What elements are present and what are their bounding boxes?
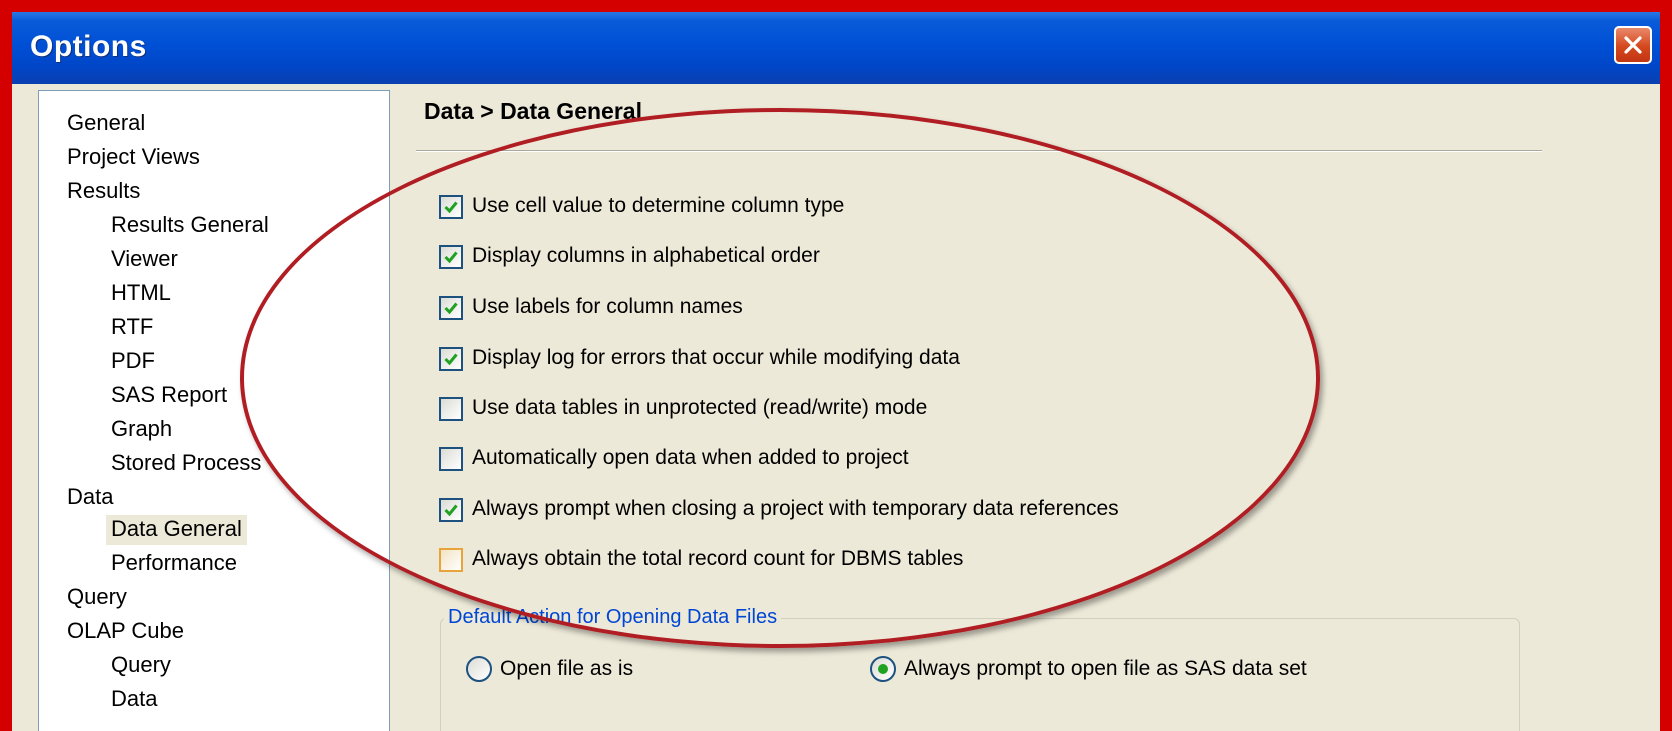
option-label: Use cell value to determine column type: [472, 194, 845, 217]
option-label: Use labels for column names: [472, 295, 743, 318]
checkbox[interactable]: [439, 347, 463, 371]
checkbox[interactable]: [439, 245, 463, 269]
window-title: Options: [30, 30, 147, 63]
nav-item-sas-report[interactable]: SAS Report: [111, 381, 227, 411]
options-content-panel: Data > Data General Use cell value to de…: [396, 84, 1660, 731]
option-label: Use data tables in unprotected (read/wri…: [472, 396, 928, 419]
checkbox[interactable]: [439, 397, 463, 421]
checkmark-icon: [444, 353, 458, 366]
nav-item-results-general[interactable]: Results General: [111, 211, 269, 241]
radio-dot: [878, 664, 888, 674]
nav-item-data-general[interactable]: Data General: [106, 515, 247, 545]
checkbox[interactable]: [439, 498, 463, 522]
nav-item-rtf[interactable]: RTF: [111, 313, 153, 343]
options-dialog: Options General Project Views Results Re…: [12, 12, 1660, 731]
checkbox[interactable]: [439, 195, 463, 219]
radio-label: Open file as is: [500, 657, 634, 680]
nav-item-performance[interactable]: Performance: [111, 549, 237, 579]
nav-item-project-views[interactable]: Project Views: [67, 143, 200, 173]
option-label: Always prompt when closing a project wit…: [472, 497, 1119, 520]
nav-item-html[interactable]: HTML: [111, 279, 171, 309]
nav-item-results[interactable]: Results: [67, 177, 140, 207]
checkbox[interactable]: [439, 296, 463, 320]
radio-open-file-as-is[interactable]: [466, 656, 492, 682]
option-label: Automatically open data when added to pr…: [472, 446, 909, 469]
nav-item-graph[interactable]: Graph: [111, 415, 172, 445]
nav-item-viewer[interactable]: Viewer: [111, 245, 178, 275]
checkmark-icon: [444, 251, 458, 264]
checkmark-icon: [444, 504, 458, 517]
option-label: Display columns in alphabetical order: [472, 244, 820, 267]
nav-item-general[interactable]: General: [67, 109, 145, 139]
nav-item-query[interactable]: Query: [67, 583, 127, 613]
close-button[interactable]: [1614, 26, 1652, 64]
heading-divider: [416, 150, 1542, 152]
title-bar: Options: [12, 12, 1660, 84]
checkmark-icon: [444, 201, 458, 214]
close-icon: [1624, 36, 1642, 54]
checkmark-icon: [444, 302, 458, 315]
options-nav-tree: General Project Views Results Results Ge…: [38, 90, 390, 731]
nav-item-olap-query[interactable]: Query: [111, 651, 171, 681]
option-label: Always obtain the total record count for…: [472, 547, 964, 570]
nav-item-olap-cube[interactable]: OLAP Cube: [67, 617, 184, 647]
nav-item-pdf[interactable]: PDF: [111, 347, 155, 377]
checkbox[interactable]: [439, 447, 463, 471]
nav-item-stored-process[interactable]: Stored Process: [111, 449, 261, 479]
nav-item-olap-data[interactable]: Data: [111, 685, 157, 715]
radio-prompt-sas-data-set[interactable]: [870, 656, 896, 682]
checkbox[interactable]: [439, 548, 463, 572]
option-label: Display log for errors that occur while …: [472, 346, 960, 369]
group-label: Default Action for Opening Data Files: [444, 606, 782, 629]
page-title: Data > Data General: [424, 98, 642, 124]
radio-label: Always prompt to open file as SAS data s…: [904, 657, 1307, 680]
nav-item-data[interactable]: Data: [67, 483, 113, 513]
